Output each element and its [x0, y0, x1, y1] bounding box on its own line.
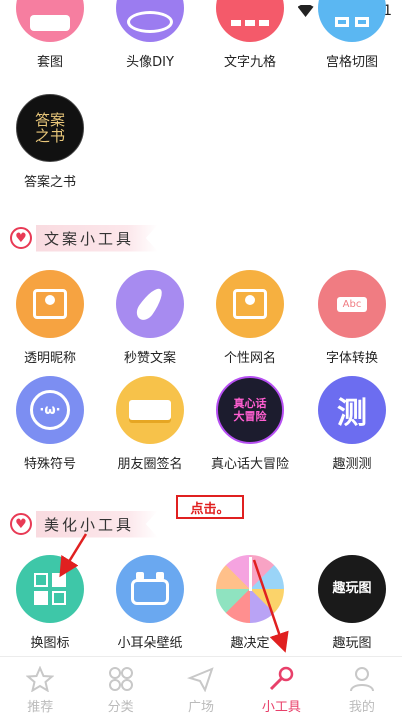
section-header-beauty: ♥ 美化小工具 [10, 510, 159, 538]
tool-label: 换图标 [30, 636, 70, 651]
symbol-icon: ·ω· [16, 376, 84, 444]
fun-pic-icon: 趣玩图 [318, 555, 386, 623]
section-header-copy: ♥ 文案小工具 [10, 224, 159, 252]
tool-ear-wallpaper[interactable]: 小耳朵壁纸 [100, 555, 200, 651]
answer-book-glyph: 答案之书 [34, 111, 65, 145]
nine-grid-icon [216, 0, 284, 42]
tool-label: 趣玩图 [332, 636, 372, 651]
tool-answer-book[interactable]: 答案之书 答案之书 [0, 94, 100, 190]
tool-label: 个性网名 [223, 351, 276, 366]
test-icon: 测 [318, 376, 386, 444]
tool-row-copy-2: ·ω· 特殊符号 朋友圈签名 真心话大冒险 真心话大冒险 测 趣测测 [0, 376, 402, 472]
tool-label: 透明昵称 [23, 351, 76, 366]
tab-label: 我的 [348, 700, 375, 715]
tool-row-answer: 答案之书 答案之书 [0, 94, 402, 190]
tab-square[interactable]: 广场 [161, 657, 241, 720]
tool-grid-cut[interactable]: 宫格切图 [302, 0, 402, 70]
tool-personal-nickname[interactable]: 个性网名 [200, 270, 300, 366]
wallpaper-icon [116, 555, 184, 623]
person-icon [349, 667, 374, 692]
person-card-icon [16, 270, 84, 338]
wheel-icon [216, 555, 284, 623]
tool-row-copy-1: 透明昵称 秒赞文案 个性网名 Abc 字体转换 [0, 270, 402, 366]
tool-like-copy[interactable]: 秒赞文案 [100, 270, 200, 366]
tool-label: 字体转换 [325, 351, 378, 366]
tool-row-top: 套图 头像DIY 文字九格 宫格切图 [0, 0, 402, 70]
heart-icon: ♥ [10, 513, 32, 535]
eye-icon [116, 0, 184, 42]
truth-dare-icon: 真心话大冒险 [216, 376, 284, 444]
font-badge: Abc [336, 296, 368, 312]
tool-label: 文字九格 [223, 55, 276, 70]
tool-font-convert[interactable]: Abc 字体转换 [302, 270, 402, 366]
tab-category[interactable]: 分类 [80, 657, 160, 720]
grid-icon [108, 667, 133, 691]
tool-label: 趣测测 [332, 457, 372, 472]
tool-tutu[interactable]: 套图 [0, 0, 100, 70]
section-title: 美化小工具 [36, 510, 159, 538]
tool-text-nine-grid[interactable]: 文字九格 [200, 0, 300, 70]
feather-icon [116, 270, 184, 338]
tool-label: 朋友圈签名 [117, 457, 183, 472]
bottom-tab-bar: 推荐 分类 广场 小工具 我的 [0, 656, 402, 720]
tab-label: 推荐 [27, 700, 54, 715]
tab-label: 小工具 [261, 700, 301, 715]
symbol-glyph: ·ω· [30, 390, 70, 430]
card-icon [116, 376, 184, 444]
tool-avatar-diy[interactable]: 头像DIY [100, 0, 200, 70]
tool-label: 真心话大冒险 [210, 457, 289, 472]
tool-change-icon[interactable]: 换图标 [0, 555, 100, 651]
truth-dare-glyph: 真心话大冒险 [233, 397, 267, 423]
tool-truth-or-dare[interactable]: 真心话大冒险 真心话大冒险 [200, 376, 300, 472]
tool-fun-test[interactable]: 测 趣测测 [302, 376, 402, 472]
person-card-icon [216, 270, 284, 338]
answer-book-icon: 答案之书 [16, 94, 84, 162]
tab-mine[interactable]: 我的 [322, 657, 402, 720]
tool-fun-decide[interactable]: 趣决定 [200, 555, 300, 651]
tool-row-beauty: 换图标 小耳朵壁纸 趣决定 趣玩图 趣玩图 [0, 555, 402, 651]
tool-label: 答案之书 [23, 175, 76, 190]
heart-icon: ♥ [10, 227, 32, 249]
tool-icon [270, 666, 294, 691]
tool-label: 小耳朵壁纸 [117, 636, 183, 651]
convert-icon: Abc [318, 270, 386, 338]
tool-fun-pic[interactable]: 趣玩图 趣玩图 [302, 555, 402, 651]
tab-tools[interactable]: 小工具 [241, 657, 321, 720]
section-title: 文案小工具 [36, 224, 159, 252]
tab-label: 广场 [188, 700, 215, 715]
click-annotation: 点击。 [176, 495, 244, 519]
test-glyph: 测 [337, 396, 367, 431]
star-icon [26, 666, 55, 692]
tab-recommend[interactable]: 推荐 [0, 657, 80, 720]
send-icon [187, 667, 214, 692]
tool-label: 特殊符号 [23, 457, 76, 472]
tool-label: 趣决定 [230, 636, 270, 651]
change-icon-icon [16, 555, 84, 623]
tool-moments-signature[interactable]: 朋友圈签名 [100, 376, 200, 472]
tool-label: 秒赞文案 [123, 351, 176, 366]
tool-label: 套图 [36, 55, 63, 70]
tool-transparent-nickname[interactable]: 透明昵称 [0, 270, 100, 366]
tab-label: 分类 [107, 700, 134, 715]
grid-cut-icon [318, 0, 386, 42]
tutu-icon [16, 0, 84, 42]
tool-label: 宫格切图 [325, 55, 378, 70]
tool-special-symbols[interactable]: ·ω· 特殊符号 [0, 376, 100, 472]
tool-label: 头像DIY [126, 55, 174, 70]
fun-pic-glyph: 趣玩图 [332, 581, 372, 596]
